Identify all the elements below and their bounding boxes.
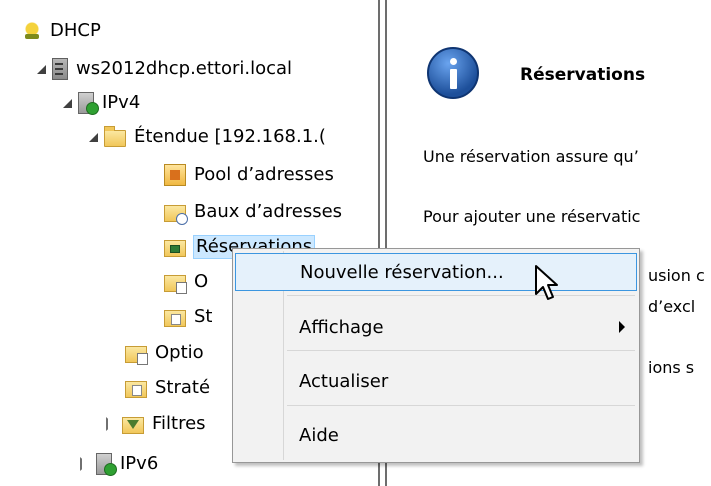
ipv4-icon — [78, 92, 99, 115]
menu-item-label: Actualiser — [299, 370, 389, 392]
tree-item-label: Étendue [192.168.1.( — [134, 126, 326, 147]
policies-icon — [164, 310, 186, 327]
menu-item-new-reservation[interactable]: Nouvelle réservation... — [235, 253, 637, 291]
menu-separator — [287, 350, 635, 351]
filters-icon — [122, 417, 144, 434]
tree-item-dhcp[interactable]: DHCP — [22, 16, 101, 46]
collapsed-arrow-icon[interactable] — [78, 457, 92, 471]
tree-item-scope-options[interactable]: O — [164, 267, 208, 297]
expanded-arrow-icon[interactable] — [60, 96, 74, 110]
tree-item-strategies[interactable]: Straté — [125, 373, 210, 403]
folder-icon — [104, 126, 126, 147]
submenu-arrow-icon — [619, 321, 625, 333]
tree-item-label: Optio — [155, 342, 204, 363]
tree-item-scope-policies[interactable]: St — [164, 302, 212, 332]
server-options-icon — [125, 346, 148, 365]
tree-item-ipv4[interactable]: IPv4 — [60, 88, 140, 118]
info-text: Une réservation assure qu’ — [423, 147, 639, 166]
expanded-arrow-icon[interactable] — [86, 130, 100, 144]
collapsed-arrow-icon[interactable] — [104, 417, 118, 431]
menu-separator — [287, 405, 635, 406]
tree-item-label: St — [194, 306, 213, 327]
address-pool-icon — [164, 164, 186, 186]
menu-item-view[interactable]: Affichage — [235, 308, 637, 346]
tree-item-scope[interactable]: Étendue [192.168.1.( — [86, 122, 326, 152]
menu-item-refresh[interactable]: Actualiser — [235, 362, 637, 400]
tree-item-label: DHCP — [50, 20, 101, 41]
tree-item-address-pool[interactable]: Pool d’adresses — [164, 160, 334, 190]
tree-item-ipv6[interactable]: IPv6 — [78, 449, 158, 479]
tree-item-address-leases[interactable]: Baux d’adresses — [164, 197, 342, 227]
context-menu: Nouvelle réservation... Affichage Actual… — [232, 248, 640, 463]
menu-item-help[interactable]: Aide — [235, 416, 637, 454]
tree-item-server-options[interactable]: Optio — [125, 338, 204, 368]
info-text: d’excl — [648, 297, 696, 316]
tree-item-label: IPv6 — [120, 453, 159, 474]
tree-item-label: O — [194, 271, 209, 292]
expanded-arrow-icon[interactable] — [34, 62, 48, 76]
tree-item-label: ws2012dhcp.ettori.local — [76, 58, 293, 79]
tree-item-server[interactable]: ws2012dhcp.ettori.local — [34, 54, 292, 84]
strategies-icon — [125, 381, 147, 398]
menu-item-label: Affichage — [299, 316, 384, 338]
info-icon — [427, 47, 479, 99]
options-icon — [164, 275, 187, 294]
menu-item-label: Nouvelle réservation... — [300, 261, 504, 283]
info-text: usion c — [648, 266, 705, 285]
ipv6-icon — [96, 453, 117, 476]
tree-item-label: Pool d’adresses — [194, 164, 334, 185]
dhcp-icon — [22, 21, 42, 41]
server-icon — [52, 58, 68, 80]
tree-item-label: Straté — [155, 377, 211, 398]
tree-item-label: Baux d’adresses — [194, 201, 343, 222]
address-leases-icon — [164, 205, 188, 225]
reservations-icon — [164, 240, 186, 257]
menu-item-label: Aide — [299, 424, 339, 446]
info-text: ions s — [648, 358, 695, 377]
mouse-cursor-icon — [535, 265, 558, 300]
tree-item-filters[interactable]: Filtres — [104, 409, 206, 439]
menu-separator — [287, 295, 635, 296]
tree-item-label: IPv4 — [102, 92, 141, 113]
tree-item-label: Filtres — [152, 413, 206, 434]
info-text: Pour ajouter une réservatic — [423, 207, 641, 226]
info-title: Réservations — [520, 65, 646, 85]
